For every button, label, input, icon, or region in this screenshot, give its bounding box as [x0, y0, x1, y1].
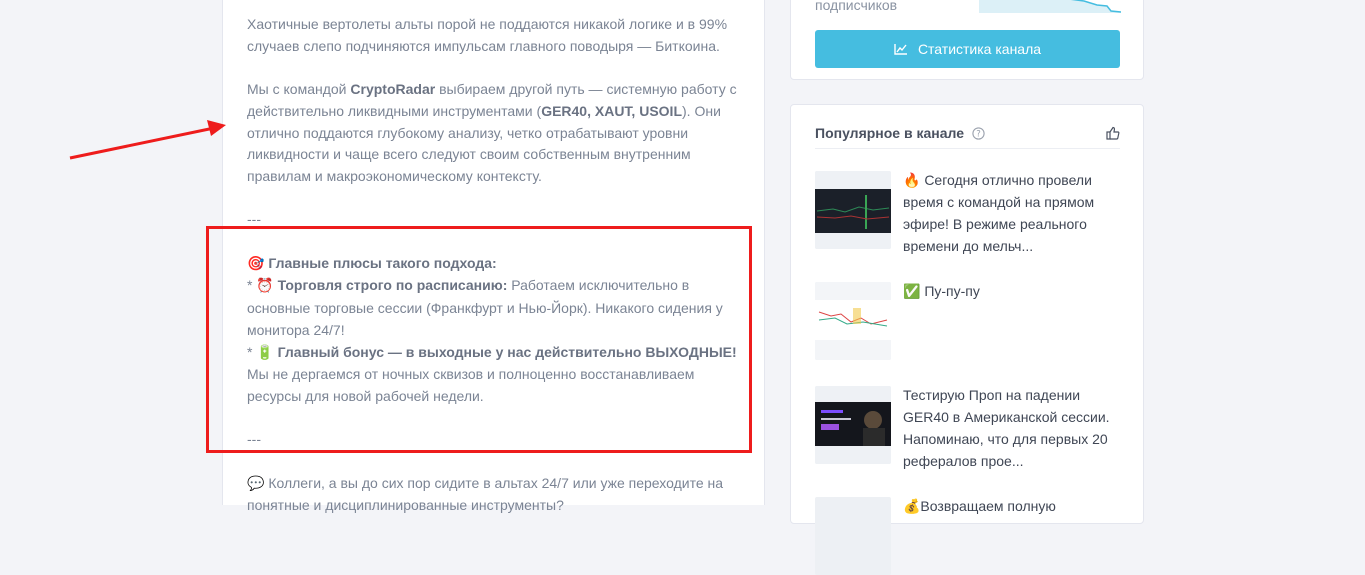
subscribers-sparkline	[979, 0, 1121, 13]
bullet-schedule: * ⏰ Торговля строго по расписанию: Работ…	[247, 277, 723, 338]
subscribers-label: подписчиков	[815, 0, 898, 13]
separator-1: ---	[247, 211, 261, 228]
popular-item-thumbnail[interactable]	[815, 282, 891, 360]
post-card: Хаотичные вертолеты альты порой не подда…	[222, 0, 765, 513]
instruments: GER40, XAUT, USOIL	[541, 102, 682, 119]
popular-item-thumbnail[interactable]	[815, 497, 891, 575]
annotation-arrow	[69, 120, 226, 160]
popular-item-4[interactable]: 💰Возвращаем полную	[815, 497, 1120, 575]
popular-header: Популярное в канале ?	[815, 118, 1120, 149]
speech-bubble-icon: 💬	[247, 475, 265, 492]
popular-card: Популярное в канале ? 🔥 Сегодня отлично …	[790, 104, 1144, 575]
channel-stats-card: подписчиков Статистика канала	[790, 0, 1144, 80]
svg-text:?: ?	[976, 129, 981, 139]
popular-item-thumbnail[interactable]	[815, 386, 891, 464]
popular-title: Популярное в канале	[815, 125, 964, 141]
channel-stats-button-label: Статистика канала	[917, 41, 1042, 57]
target-icon: 🎯	[247, 255, 265, 272]
popular-item-1[interactable]: 🔥 Сегодня отлично провели время с команд…	[815, 171, 1120, 254]
alarm-clock-icon: ⏰	[256, 278, 274, 295]
post-body: Хаотичные вертолеты альты порой не подда…	[247, 14, 743, 517]
bullet-weekend: * 🔋 Главный бонус — в выходные у нас дей…	[247, 343, 737, 361]
popular-item-text: 🔥 Сегодня отлично провели время с команд…	[903, 172, 1095, 254]
channel-stats-button[interactable]: Статистика канала	[815, 30, 1120, 68]
popular-item-text: 💰Возвращаем полную	[903, 498, 1056, 514]
popular-item-text: ✅ Пу-пу-пу	[903, 283, 980, 299]
plus-heading: 🎯 Главные плюсы такого подхода:	[247, 254, 497, 272]
brand-name: CryptoRadar	[350, 81, 436, 98]
popular-item-3[interactable]: Тестирую Проп на падении GER40 в Америка…	[815, 386, 1120, 469]
question-icon[interactable]: ?	[972, 126, 985, 140]
chart-icon	[894, 44, 907, 55]
popular-item-thumbnail[interactable]	[815, 171, 891, 249]
battery-icon: 🔋	[256, 344, 274, 361]
post-paragraph-1: Хаотичные вертолеты альты порой не подда…	[247, 16, 728, 54]
popular-item-text: Тестирую Проп на падении GER40 в Америка…	[903, 387, 1110, 469]
weekend-text: Мы не дергаемся от ночных сквизов и полн…	[247, 366, 695, 404]
thumbs-up-icon[interactable]	[1106, 126, 1120, 140]
post-paragraph-2: Мы с командой CryptoRadar выбираем друго…	[247, 81, 737, 184]
separator-2: ---	[247, 431, 261, 448]
popular-item-2[interactable]: ✅ Пу-пу-пу	[815, 282, 1120, 360]
post-question: 💬 Коллеги, а вы до сих пор сидите в альт…	[247, 474, 724, 514]
